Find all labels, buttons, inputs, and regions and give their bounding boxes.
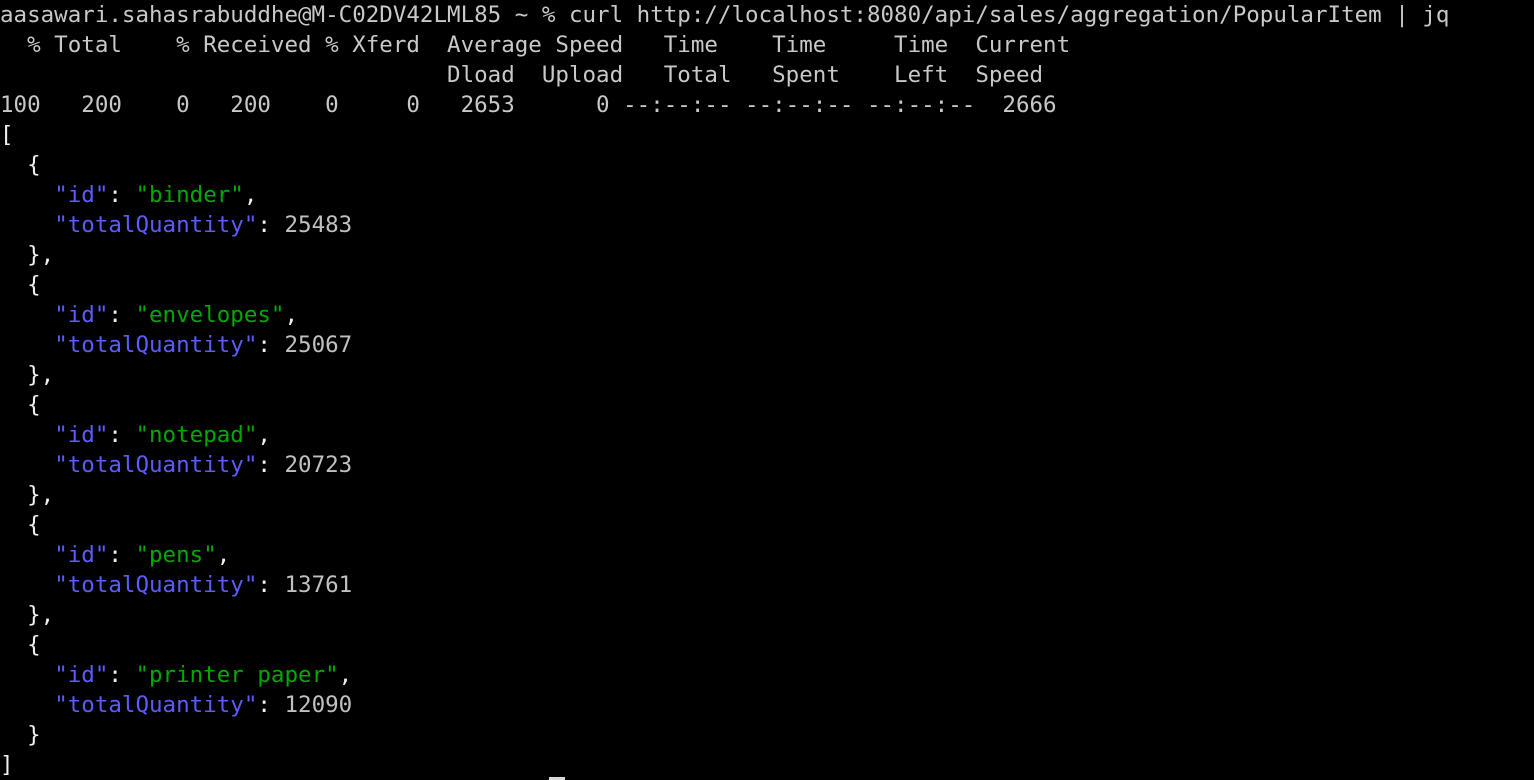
terminal-screen: aasawari.sahasrabuddhe@M-C02DV42LML85 ~ … [0,0,1534,780]
json-array-open: [ [0,120,1534,150]
json-comma-id-4: , [338,662,353,688]
json-value-id-2: "notepad" [135,422,258,448]
json-colon-qty-4: : [257,692,285,718]
json-object-close-last: } [0,720,1534,750]
json-key-id-0: "id" [54,182,109,208]
json-colon-qty-3: : [257,572,285,598]
json-object-open: { [0,150,1534,180]
json-field-id: "id": "notepad", [0,420,1534,450]
json-value-id-0: "binder" [135,182,244,208]
json-field-total-quantity: "totalQuantity": 20723 [0,450,1534,480]
json-object-close: }, [0,600,1534,630]
json-object-close: }, [0,360,1534,390]
json-comma-id-0: , [243,182,258,208]
curl-data-text: 100 200 0 200 0 0 2653 0 --:--:-- --:--:… [0,92,1057,118]
brace-open-1: { [0,272,41,298]
brace-close-2: }, [0,482,55,508]
json-array-close: ] [0,750,1534,780]
json-key-id-4: "id" [54,662,109,688]
indent-1-id [0,302,54,328]
brace-close-3: }, [0,602,55,628]
json-value-qty-0: 25483 [284,212,353,238]
json-colon-id-0: : [108,182,136,208]
json-value-qty-4: 12090 [284,692,353,718]
json-close-bracket: ] [0,752,14,778]
json-key-qty-4: "totalQuantity" [54,692,258,718]
json-colon-id-4: : [108,662,136,688]
curl-header-line-1: % Total % Received % Xferd Average Speed… [0,30,1534,60]
json-comma-id-3: , [216,542,231,568]
brace-close-1: }, [0,362,55,388]
curl-header-2-text: Dload Upload Total Spent Left Speed [0,62,1044,88]
indent-0-qty [0,212,54,238]
curl-header-line-2: Dload Upload Total Spent Left Speed [0,60,1534,90]
json-comma-id-2: , [257,422,271,448]
json-field-id: "id": "binder", [0,180,1534,210]
json-colon-id-2: : [108,422,136,448]
json-field-total-quantity: "totalQuantity": 25483 [0,210,1534,240]
prompt-line: aasawari.sahasrabuddhe@M-C02DV42LML85 ~ … [0,0,1534,30]
json-object-close: }, [0,240,1534,270]
json-value-id-1: "envelopes" [135,302,285,328]
json-field-id: "id": "printer paper", [0,660,1534,690]
curl-data-line: 100 200 0 200 0 0 2653 0 --:--:-- --:--:… [0,90,1534,120]
json-colon-id-3: : [108,542,136,568]
json-field-total-quantity: "totalQuantity": 12090 [0,690,1534,720]
json-value-qty-1: 25067 [284,332,353,358]
indent-3-qty [0,572,54,598]
json-comma-id-1: , [284,302,299,328]
json-key-qty-1: "totalQuantity" [54,332,258,358]
indent-3-id [0,542,54,568]
indent-4-id [0,662,54,688]
json-value-id-4: "printer paper" [135,662,339,688]
json-object-open: { [0,390,1534,420]
json-key-id-2: "id" [54,422,109,448]
json-value-id-3: "pens" [135,542,217,568]
brace-open-2: { [0,392,41,418]
indent-0-id [0,182,54,208]
json-key-id-1: "id" [54,302,109,328]
json-field-id: "id": "pens", [0,540,1534,570]
json-colon-qty-0: : [257,212,285,238]
json-object-close: }, [0,480,1534,510]
json-colon-qty-1: : [257,332,285,358]
brace-close-0: }, [0,242,55,268]
indent-1-qty [0,332,54,358]
json-value-qty-3: 13761 [284,572,353,598]
json-colon-id-1: : [108,302,136,328]
json-colon-qty-2: : [257,452,285,478]
json-object-open: { [0,510,1534,540]
brace-open-4: { [0,632,41,658]
json-key-qty-3: "totalQuantity" [54,572,258,598]
json-field-id: "id": "envelopes", [0,300,1534,330]
curl-header-1-text: % Total % Received % Xferd Average Speed… [0,32,1071,58]
indent-2-id [0,422,54,448]
json-key-qty-0: "totalQuantity" [54,212,258,238]
json-open-bracket: [ [0,122,14,148]
json-key-id-3: "id" [54,542,109,568]
json-object-open: { [0,630,1534,660]
indent-4-qty [0,692,54,718]
terminal-window[interactable]: aasawari.sahasrabuddhe@M-C02DV42LML85 ~ … [0,0,1534,780]
brace-close-4: } [0,722,41,748]
brace-open-3: { [0,512,41,538]
json-key-qty-2: "totalQuantity" [54,452,258,478]
json-value-qty-2: 20723 [284,452,353,478]
json-object-open: { [0,270,1534,300]
json-field-total-quantity: "totalQuantity": 13761 [0,570,1534,600]
brace-open-0: { [0,152,41,178]
json-field-total-quantity: "totalQuantity": 25067 [0,330,1534,360]
indent-2-qty [0,452,54,478]
prompt-full-text: aasawari.sahasrabuddhe@M-C02DV42LML85 ~ … [0,2,1450,28]
